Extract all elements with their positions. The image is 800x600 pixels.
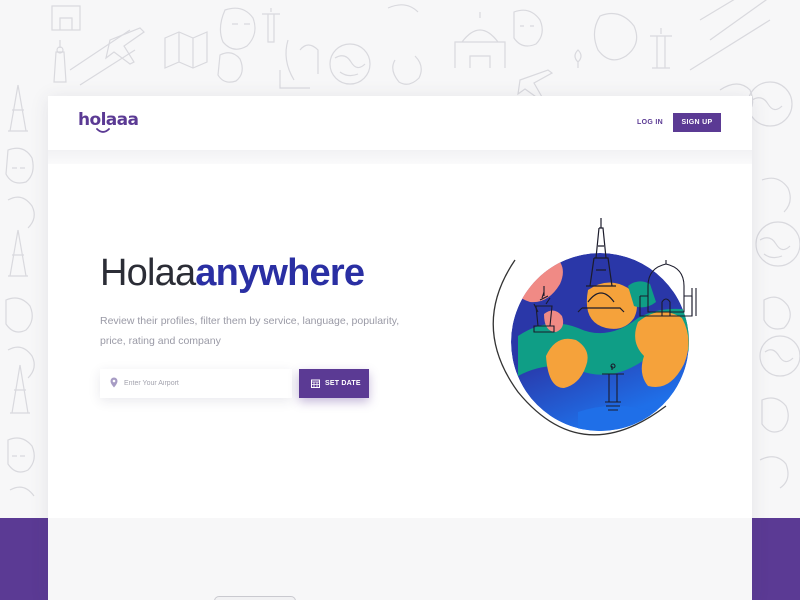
globe-sphere bbox=[511, 253, 689, 431]
holaaa-logo[interactable]: holaaa bbox=[78, 110, 139, 136]
signup-button[interactable]: SIGN UP bbox=[673, 113, 721, 132]
scroll-pill[interactable] bbox=[214, 596, 296, 600]
calendar-icon bbox=[311, 379, 320, 388]
hero-description: Review their profiles, filter them by se… bbox=[100, 315, 400, 347]
lower-section bbox=[48, 518, 752, 600]
hero-title-part2: anywhere bbox=[195, 252, 365, 294]
set-date-label: SET DATE bbox=[325, 380, 361, 387]
navbar-divider bbox=[48, 150, 752, 164]
location-pin-icon bbox=[110, 377, 118, 388]
set-date-button[interactable]: SET DATE bbox=[299, 369, 369, 398]
airport-search-input[interactable] bbox=[124, 369, 288, 398]
navbar: holaaa LOG IN SIGN UP bbox=[48, 96, 752, 150]
login-button[interactable]: LOG IN bbox=[630, 114, 670, 132]
smile-icon bbox=[96, 128, 110, 133]
globe-illustration bbox=[492, 218, 697, 436]
airport-search-box bbox=[100, 369, 292, 398]
hero-title: Holaaanywhere bbox=[100, 250, 365, 296]
logo-text: holaaa bbox=[78, 110, 139, 130]
hero-title-part1: Holaa bbox=[100, 252, 196, 294]
landing-card: holaaa LOG IN SIGN UP Holaaanywhere Revi… bbox=[48, 96, 752, 600]
